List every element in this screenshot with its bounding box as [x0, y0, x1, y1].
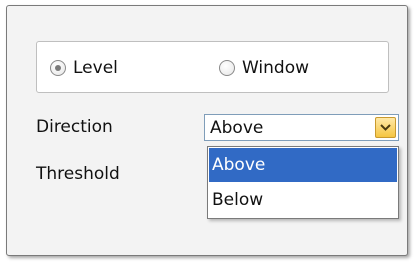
- settings-panel: Level Window Direction Above Threshold A…: [6, 5, 408, 256]
- dropdown-option-below[interactable]: Below: [209, 183, 397, 217]
- radio-window[interactable]: Window: [219, 57, 309, 79]
- chevron-down-icon: [380, 124, 391, 131]
- dropdown-button[interactable]: [375, 117, 396, 138]
- dropdown-option-above[interactable]: Above: [209, 148, 397, 182]
- direction-select-value: Above: [210, 118, 264, 138]
- radio-dot: [55, 65, 61, 71]
- mode-radio-group: Level Window: [36, 41, 389, 93]
- direction-select[interactable]: Above: [204, 114, 399, 141]
- threshold-label: Threshold: [36, 164, 120, 184]
- radio-selected-icon[interactable]: [50, 60, 66, 76]
- radio-unselected-icon[interactable]: [219, 60, 235, 76]
- radio-level-label[interactable]: Level: [73, 58, 118, 78]
- radio-window-label[interactable]: Window: [242, 58, 309, 78]
- direction-label: Direction: [36, 117, 113, 137]
- radio-level[interactable]: Level: [50, 57, 118, 79]
- direction-dropdown-list: Above Below: [207, 146, 399, 219]
